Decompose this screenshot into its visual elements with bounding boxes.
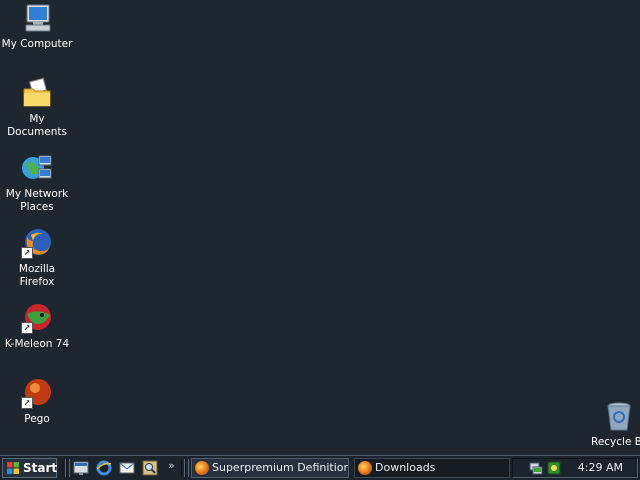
windows-logo-icon bbox=[7, 462, 19, 474]
desktop-icon-label: My Documents bbox=[7, 113, 67, 138]
desktop-icon-recycle-bin[interactable]: Recycle Bi bbox=[582, 400, 640, 449]
clock[interactable]: 4:29 AM bbox=[578, 461, 623, 474]
start-button[interactable]: Start bbox=[2, 458, 57, 478]
search-icon[interactable] bbox=[142, 460, 158, 476]
task-label: Downloads bbox=[375, 461, 436, 474]
toolbar-grip[interactable] bbox=[185, 459, 189, 477]
internet-explorer-icon[interactable] bbox=[96, 460, 112, 476]
shortcut-arrow-icon: ↗ bbox=[21, 322, 33, 334]
network-tray-icon[interactable] bbox=[529, 461, 543, 475]
system-tray: 4:29 AM bbox=[512, 458, 638, 478]
task-button-downloads[interactable]: Downloads bbox=[354, 458, 510, 478]
desktop-icon-label: Pego bbox=[24, 413, 50, 425]
desktop-icon-label: My Network Places bbox=[5, 188, 69, 213]
desktop-icon-my-computer[interactable]: My Computer bbox=[0, 2, 74, 51]
antivirus-tray-icon[interactable] bbox=[547, 461, 561, 475]
taskbar: Start » Superpremium Definition ... Down… bbox=[0, 455, 640, 480]
firefox-icon bbox=[358, 461, 372, 475]
shortcut-arrow-icon: ↗ bbox=[21, 397, 33, 409]
desktop-icon-network-places[interactable]: My Network Places bbox=[0, 152, 74, 214]
start-label: Start bbox=[23, 461, 58, 475]
desktop: My Computer My Documents My Network Plac… bbox=[0, 0, 640, 455]
pego-icon: ↗ bbox=[21, 377, 53, 409]
desktop-icon-label: K-Meleon 74 bbox=[4, 338, 70, 350]
my-documents-icon bbox=[21, 77, 53, 109]
task-label: Superpremium Definition ... bbox=[212, 461, 349, 474]
my-computer-icon bbox=[21, 2, 53, 34]
firefox-icon bbox=[195, 461, 209, 475]
desktop-icon-k-meleon[interactable]: ↗ K-Meleon 74 bbox=[0, 302, 74, 351]
firefox-icon: ↗ bbox=[21, 227, 53, 259]
desktop-icon-pego[interactable]: ↗ Pego bbox=[0, 377, 74, 426]
network-places-icon bbox=[21, 152, 53, 184]
quicklaunch-more-chevron[interactable]: » bbox=[168, 459, 175, 472]
outlook-icon[interactable] bbox=[119, 460, 135, 476]
desktop-icon-my-documents[interactable]: My Documents bbox=[0, 77, 74, 139]
task-button-superpremium[interactable]: Superpremium Definition ... bbox=[191, 458, 349, 478]
toolbar-grip[interactable] bbox=[66, 459, 70, 477]
desktop-icon-label: Mozilla Firefox bbox=[18, 263, 56, 288]
desktop-icon-mozilla-firefox[interactable]: ↗ Mozilla Firefox bbox=[0, 227, 74, 289]
show-desktop-icon[interactable] bbox=[73, 460, 89, 476]
k-meleon-icon: ↗ bbox=[21, 302, 53, 334]
desktop-icon-label: Recycle Bi bbox=[591, 436, 640, 448]
desktop-icon-label: My Computer bbox=[1, 38, 73, 50]
shortcut-arrow-icon: ↗ bbox=[21, 247, 33, 259]
recycle-bin-icon bbox=[603, 400, 635, 432]
